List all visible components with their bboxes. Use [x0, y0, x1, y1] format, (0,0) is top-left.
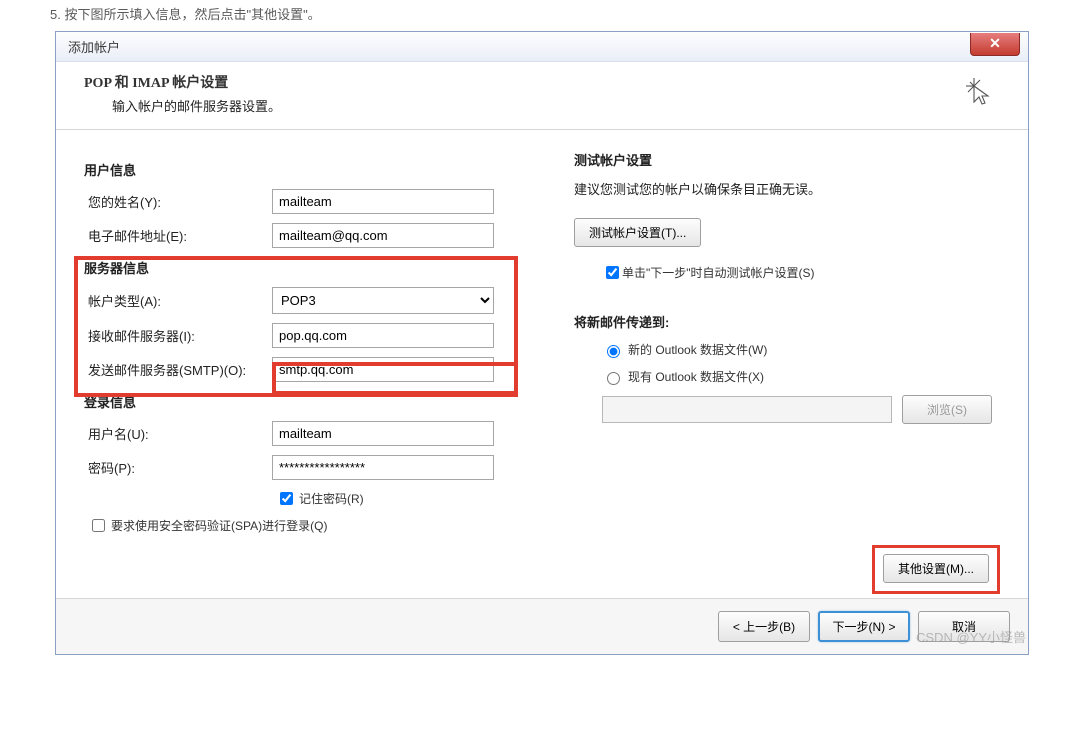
auto-test-checkbox[interactable]	[606, 266, 619, 279]
label-remember-pw: 记住密码(R)	[299, 490, 364, 507]
password-input[interactable]	[272, 455, 494, 480]
label-password: 密码(P):	[88, 458, 272, 477]
label-new-file: 新的 Outlook 数据文件(W)	[628, 341, 767, 358]
label-incoming: 接收邮件服务器(I):	[88, 326, 272, 345]
annotation-highlight-more-settings: 其他设置(M)...	[872, 545, 1000, 594]
outgoing-server-input[interactable]	[272, 357, 494, 382]
add-account-dialog: 添加帐户 ✕ POP 和 IMAP 帐户设置 输入帐户的邮件服务器设置。 用户信…	[55, 31, 1029, 655]
section-login-info: 登录信息	[84, 392, 554, 411]
label-username: 用户名(U):	[88, 424, 272, 443]
test-account-button[interactable]: 测试帐户设置(T)...	[574, 218, 701, 247]
label-auto-test: 单击"下一步"时自动测试帐户设置(S)	[622, 264, 815, 281]
remember-password-checkbox[interactable]	[280, 492, 293, 505]
email-input[interactable]	[272, 223, 494, 248]
dialog-footer: < 上一步(B) 下一步(N) > 取消	[56, 598, 1028, 654]
close-button[interactable]: ✕	[970, 33, 1020, 56]
cancel-button[interactable]: 取消	[918, 611, 1010, 642]
left-column: 用户信息 您的姓名(Y): 电子邮件地址(E): 服务器信息 帐户类型(A): …	[84, 150, 554, 535]
existing-datafile-radio[interactable]	[607, 372, 620, 385]
dialog-header: POP 和 IMAP 帐户设置 输入帐户的邮件服务器设置。	[56, 62, 1028, 130]
more-settings-button[interactable]: 其他设置(M)...	[883, 554, 989, 583]
cursor-click-icon	[960, 72, 1000, 115]
next-button[interactable]: 下一步(N) >	[818, 611, 910, 642]
username-input[interactable]	[272, 421, 494, 446]
account-type-select[interactable]: POP3	[272, 287, 494, 314]
section-user-info: 用户信息	[84, 160, 554, 179]
require-spa-checkbox[interactable]	[92, 519, 105, 532]
title-bar: 添加帐户 ✕	[56, 32, 1028, 62]
browse-button[interactable]: 浏览(S)	[902, 395, 992, 424]
instruction-text: 5. 按下图所示填入信息，然后点击"其他设置"。	[0, 0, 1083, 31]
label-require-spa: 要求使用安全密码验证(SPA)进行登录(Q)	[111, 517, 327, 534]
section-server-info: 服务器信息	[84, 258, 554, 277]
right-column: 测试帐户设置 建议您测试您的帐户以确保条目正确无误。 测试帐户设置(T)... …	[554, 150, 1000, 535]
close-icon: ✕	[989, 35, 1001, 52]
label-existing-file: 现有 Outlook 数据文件(X)	[628, 368, 764, 385]
section-deliver-to: 将新邮件传递到:	[574, 312, 1000, 331]
datafile-path-input	[602, 396, 892, 423]
new-datafile-radio[interactable]	[607, 345, 620, 358]
label-name: 您的姓名(Y):	[88, 192, 272, 211]
test-description: 建议您测试您的帐户以确保条目正确无误。	[574, 179, 1000, 198]
label-outgoing: 发送邮件服务器(SMTP)(O):	[88, 360, 272, 379]
back-button[interactable]: < 上一步(B)	[718, 611, 810, 642]
incoming-server-input[interactable]	[272, 323, 494, 348]
section-test-settings: 测试帐户设置	[574, 150, 1000, 169]
label-account-type: 帐户类型(A):	[88, 291, 272, 310]
header-subtitle: 输入帐户的邮件服务器设置。	[84, 92, 281, 115]
label-email: 电子邮件地址(E):	[88, 226, 272, 245]
header-title: POP 和 IMAP 帐户设置	[84, 72, 281, 92]
dialog-title: 添加帐户	[56, 37, 120, 56]
name-input[interactable]	[272, 189, 494, 214]
